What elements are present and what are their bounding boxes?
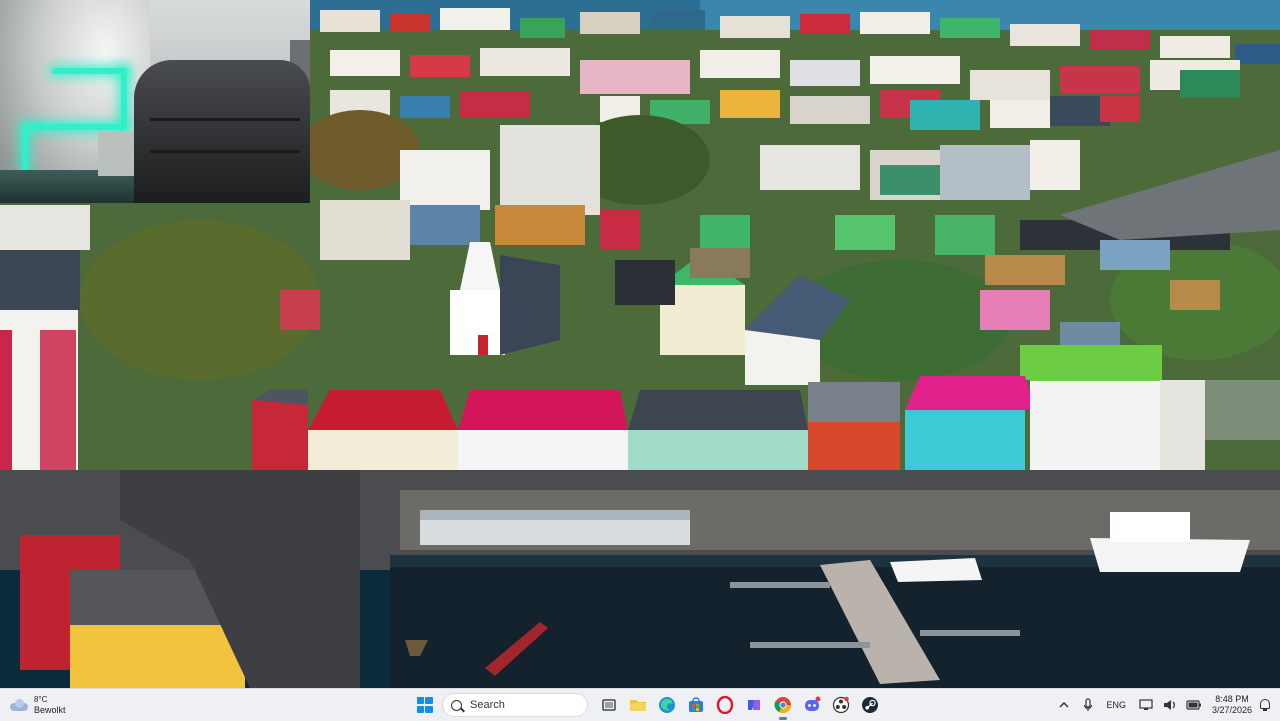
copilot-button[interactable] <box>742 693 766 717</box>
obs-button[interactable] <box>829 693 853 717</box>
chrome-icon <box>774 697 791 714</box>
store-icon <box>688 697 703 712</box>
edge-icon <box>658 697 675 713</box>
notification-bell-icon[interactable] <box>1258 698 1272 712</box>
network-icon <box>1139 699 1153 710</box>
battery-button[interactable] <box>1184 695 1204 715</box>
edge-button[interactable] <box>655 693 679 717</box>
clock-date: 3/27/2026 <box>1211 705 1252 715</box>
steam-button[interactable] <box>858 693 882 717</box>
webcam-overlay <box>0 0 310 203</box>
taskbar-center: Search <box>410 689 884 721</box>
search-box[interactable]: Search <box>442 693 588 717</box>
speaker-icon <box>1163 700 1175 710</box>
search-icon <box>451 699 462 711</box>
start-button[interactable] <box>413 693 437 717</box>
network-button[interactable] <box>1136 695 1156 715</box>
cloud-icon <box>10 699 28 711</box>
taskbar: 8°C Bewolkt Search ENG 8:48 PM 3/27/2026 <box>0 688 1280 721</box>
weather-condition: Bewolkt <box>34 705 66 715</box>
gaming-chair <box>134 60 310 203</box>
discord-icon <box>804 696 820 711</box>
opera-icon <box>716 696 733 714</box>
windows-logo-icon <box>416 697 433 713</box>
search-placeholder: Search <box>470 699 505 711</box>
volume-button[interactable] <box>1160 695 1180 715</box>
clock[interactable]: 8:48 PM 3/27/2026 <box>1212 694 1252 716</box>
folder-icon <box>629 700 646 711</box>
language-indicator[interactable]: ENG <box>1106 700 1126 710</box>
task-view-icon <box>601 699 616 711</box>
opera-button[interactable] <box>713 693 737 717</box>
weather-widget[interactable]: 8°C Bewolkt <box>10 693 66 717</box>
microphone-button[interactable] <box>1078 695 1098 715</box>
system-tray: ENG 8:48 PM 3/27/2026 <box>1052 689 1280 721</box>
weather-temperature: 8°C <box>34 695 48 704</box>
microphone-icon <box>1084 698 1093 711</box>
chrome-button[interactable] <box>771 693 795 720</box>
copilot-icon <box>747 700 760 710</box>
task-view-button[interactable] <box>597 693 621 717</box>
store-button[interactable] <box>684 693 708 717</box>
file-explorer-button[interactable] <box>626 693 650 717</box>
clock-time: 8:48 PM <box>1215 694 1249 704</box>
chevron-up-icon <box>1059 701 1069 708</box>
neon-light <box>52 68 126 74</box>
discord-button[interactable] <box>800 693 824 717</box>
show-hidden-icons-button[interactable] <box>1054 695 1074 715</box>
steam-icon <box>861 697 878 713</box>
battery-icon <box>1186 700 1201 710</box>
obs-icon <box>832 696 849 714</box>
